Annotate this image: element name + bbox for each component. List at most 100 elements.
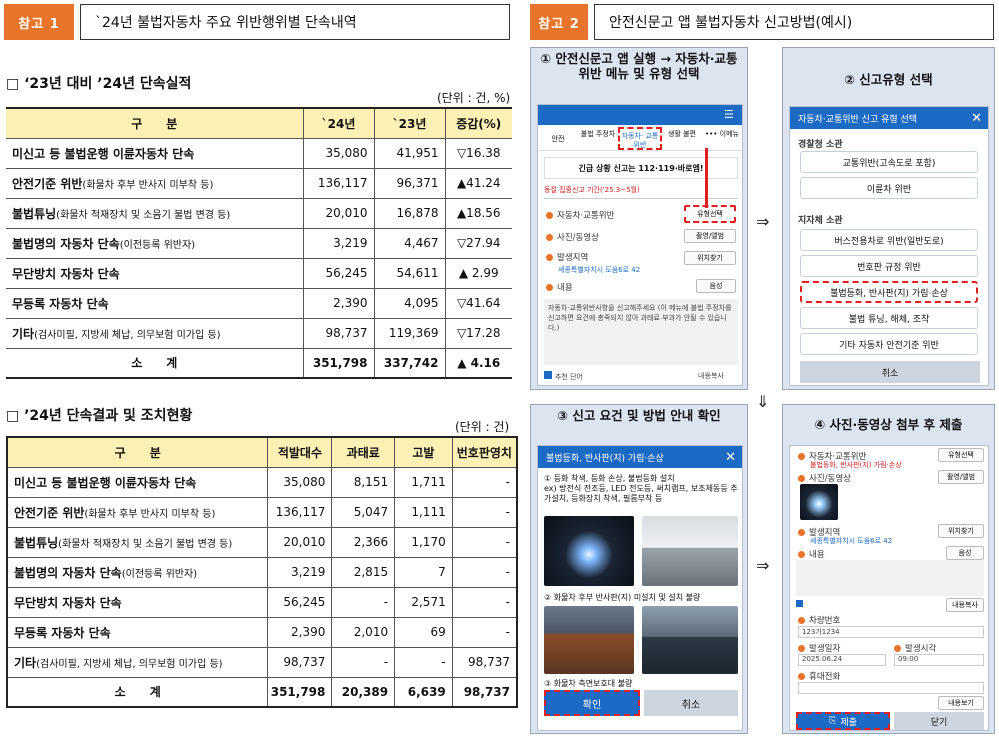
time-input[interactable]: 09:00 — [894, 654, 984, 666]
row-category: 미신고 등 불법운행 이륜자동차 단속 — [14, 475, 197, 490]
table-row: 무단방치 자동차 단속 56,245 54,611 ▲ 2.99 — [6, 257, 512, 289]
submit-button[interactable]: ⎘ 제출 — [796, 712, 890, 730]
close-button[interactable]: 닫기 — [894, 712, 984, 730]
content-textarea[interactable] — [796, 560, 984, 596]
confirm-button[interactable]: 확인 — [544, 690, 640, 716]
total-label: 소 계 — [6, 347, 303, 379]
tab-vehicle-traffic[interactable]: 자동차· 교통위반 — [618, 127, 662, 150]
total-change: ▲ 4.16 — [444, 347, 512, 379]
value-detected: 56,245 — [267, 586, 333, 618]
item-content: 내용 — [546, 281, 573, 293]
type-select-button[interactable]: 유형선택 — [684, 205, 736, 223]
view-content-button[interactable]: 내용보기 — [938, 696, 984, 710]
col-header: 적발대수 — [267, 436, 333, 468]
ref1-title: `24년 불법자동차 주요 위반행위별 단속내역 — [80, 4, 510, 40]
option-lights-reflector[interactable]: 불법등화, 반사판(지) 가림·손상 — [800, 281, 978, 303]
tab-more[interactable]: ••• 이메뉴 — [702, 127, 742, 150]
police-section: 경찰청 소관 — [798, 140, 843, 150]
voice-button[interactable]: 음성 — [696, 279, 736, 293]
ref2-tag: 참고 2 — [530, 4, 588, 40]
tab-parking[interactable]: 불법 주정차 — [578, 127, 618, 150]
col-header: `23년 — [373, 107, 445, 139]
col-header: `24년 — [302, 107, 374, 139]
option-tuning[interactable]: 불법 튜닝, 해체, 조작 — [800, 307, 978, 329]
guide-text-1: ① 등화 착색, 등화 손상, 불법등화 설치 ex) 방전식 전조등, LED … — [544, 474, 738, 503]
close-icon[interactable]: ✕ — [971, 111, 982, 126]
selected-type: 불법등화, 반사판(지) 가림·손상 — [810, 461, 902, 469]
row-category: 안전기준 위반 — [12, 176, 83, 191]
phone-input[interactable] — [798, 682, 984, 694]
value-2023: 4,467 — [373, 227, 445, 259]
col-header: 구 분 — [6, 436, 269, 468]
item-phone: 휴대전화 — [798, 670, 840, 682]
type-select-button[interactable]: 유형선택 — [938, 448, 984, 462]
table-2023-vs-2024: 구 분 `24년 `23년 증감(%) 미신고 등 불법운행 이륜자동차 단속 3… — [6, 107, 512, 379]
item-location: 발생지역 — [546, 251, 588, 263]
option-bus-lane[interactable]: 버스전용차로 위반(일반도로) — [800, 229, 978, 251]
sec2-heading: □ ’24년 단속결과 및 조치현황 — [6, 408, 193, 424]
type-select-bar: 자동차·교통위반 신고 유형 선택 ✕ — [790, 107, 988, 129]
recommend-checkbox[interactable]: 추천 단어 — [544, 371, 583, 382]
table-row: 무등록 자동차 단속 2,390 2,010 69- — [6, 616, 518, 648]
row-label: 무등록 자동차 단속 — [6, 287, 303, 319]
row-label: 불법명의 자동차 단속(이전등록 위반자) — [6, 227, 303, 259]
close-icon[interactable]: ✕ — [725, 450, 736, 465]
table-row: 불법명의 자동차 단속(이전등록 위반자) 3,219 4,467 ▽27.94 — [6, 227, 512, 259]
value-change: ▽41.64 — [444, 287, 512, 319]
item-photo: 사진/동영상 — [798, 472, 851, 484]
row-category-note: (검사미필, 지방세 체납, 의무보험 미가입 등) — [36, 658, 223, 670]
location-button[interactable]: 위치찾기 — [684, 251, 736, 265]
phone-screen: 자동차·교통위반 신고 유형 선택 ✕ 경찰청 소관 교통위반(고속도로 포함) … — [789, 106, 989, 386]
option-traffic[interactable]: 교통위반(고속도로 포함) — [800, 151, 978, 173]
tab-living[interactable]: 생활 불편 — [662, 127, 702, 150]
table-2024-results: 구 분 적발대수 과태료 고발 번호판영치 미신고 등 불법운행 이륜자동차 단… — [6, 436, 518, 708]
date-input[interactable]: 2025.06.24 — [798, 654, 886, 666]
value-plate-seized: - — [451, 586, 518, 618]
plate-input[interactable]: 123가1234 — [798, 626, 984, 638]
option-motorcycle[interactable]: 이륜차 위반 — [800, 177, 978, 199]
value-accusation: 1,711 — [394, 466, 453, 498]
step1-panel: ① 안전신문고 앱 실행 → 자동차·교통위반 메뉴 및 유형 선택 ☰ 안전 … — [530, 47, 748, 390]
value-change: ▲18.56 — [444, 197, 512, 229]
cancel-button[interactable]: 취소 — [800, 361, 980, 383]
arrow-right-2: ⇒ — [756, 556, 770, 575]
option-plate[interactable]: 번호판 규정 위반 — [800, 255, 978, 277]
headlight-photo — [544, 516, 634, 586]
total-detected: 351,798 — [267, 676, 333, 708]
copy-content-button[interactable]: 내용복사 — [698, 371, 724, 381]
value-detected: 98,737 — [267, 646, 333, 678]
total-2024: 351,798 — [302, 347, 374, 379]
location-button[interactable]: 위치찾기 — [938, 524, 984, 538]
row-label: 기타(검사미필, 지방세 체납, 의무보험 미가입 등) — [6, 646, 269, 678]
camera-button[interactable]: 촬영/앨범 — [684, 229, 736, 243]
value-2023: 54,611 — [373, 257, 445, 289]
value-2023: 41,951 — [373, 137, 445, 169]
col-header: 고발 — [394, 436, 453, 468]
row-label: 미신고 등 불법운행 이륜자동차 단속 — [6, 137, 303, 169]
period-select[interactable]: 동절 집중신고 기간('25.3~5월) — [544, 185, 738, 199]
tab-safety[interactable]: 안전 — [538, 127, 578, 150]
recommend-checkbox[interactable] — [796, 600, 803, 609]
option-other[interactable]: 기타 자동차 안전기준 위반 — [800, 333, 978, 355]
row-category-note: (검사미필, 지방세 체납, 의무보험 미가입 등) — [34, 329, 221, 341]
value-2023: 119,369 — [373, 317, 445, 349]
row-label: 불법튜닝(화물차 적재장치 및 소음기 불법 변경 등) — [6, 526, 269, 558]
value-fine: 5,047 — [331, 496, 396, 528]
row-category-note: (화물차 적재장치 및 소음기 불법 변경 등) — [58, 538, 233, 550]
local-section: 지자체 소관 — [798, 216, 843, 226]
row-category: 무단방치 자동차 단속 — [12, 266, 120, 281]
copy-content-button[interactable]: 내용복사 — [946, 598, 984, 612]
voice-button[interactable]: 음성 — [946, 546, 984, 560]
cancel-button[interactable]: 취소 — [644, 690, 738, 716]
value-plate-seized: - — [451, 496, 518, 528]
table-row: 미신고 등 불법운행 이륜자동차 단속 35,080 41,951 ▽16.38 — [6, 137, 512, 169]
value-fine: - — [331, 586, 396, 618]
camera-button[interactable]: 촬영/앨범 — [938, 470, 984, 484]
value-plate-seized: - — [451, 526, 518, 558]
value-change: ▽16.38 — [444, 137, 512, 169]
guide-bar: 불법등화, 반사판(지) 가림·손상 ✕ — [538, 446, 742, 468]
value-change: ▽27.94 — [444, 227, 512, 259]
menu-icon[interactable]: ☰ — [724, 109, 738, 121]
content-textarea[interactable]: 자동차·교통위반사항을 신고해주세요 (이 메뉴에 불법 주정차를 신고하면 요… — [544, 299, 738, 365]
submit-icon: ⎘ — [829, 716, 837, 726]
